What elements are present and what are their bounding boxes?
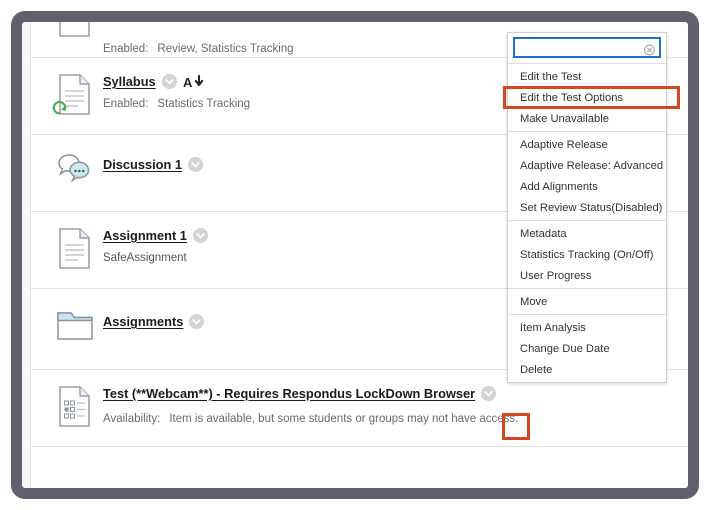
status-label: Enabled: [103,98,149,110]
context-menu-search-row [508,33,666,63]
context-menu-group-1: Edit the Test Edit the Test Options Make… [508,63,666,131]
chevron-down-icon[interactable] [187,157,203,172]
chevron-down-icon[interactable] [192,228,208,243]
context-menu-group-2: Adaptive Release Adaptive Release: Advan… [508,131,666,220]
item-link-discussion-1[interactable]: Discussion 1 [103,157,182,172]
item-link-assignments[interactable]: Assignments [103,314,183,329]
chevron-down-icon[interactable] [161,74,177,89]
green-refresh-badge-icon [52,101,67,115]
svg-text:A: A [183,75,193,89]
menu-item-adaptive-release[interactable]: Adaptive Release [508,134,666,155]
test-document-icon [59,386,90,427]
document-icon [59,22,90,37]
status-label: Availability: [103,413,161,425]
status-value: Item is available, but some students or … [169,413,519,425]
menu-item-edit-the-test-options[interactable]: Edit the Test Options [508,87,666,108]
menu-item-set-review-status[interactable]: Set Review Status(Disabled) [508,197,666,218]
menu-item-make-unavailable[interactable]: Make Unavailable [508,108,666,129]
status-value: Statistics Tracking [157,98,251,110]
row-icon-wrap [47,22,103,54]
item-link-assignment-1[interactable]: Assignment 1 [103,228,187,243]
menu-item-user-progress[interactable]: User Progress [508,265,666,286]
row-icon-wrap [47,303,103,355]
discussion-icon [58,154,90,183]
chevron-down-icon[interactable] [189,314,205,329]
menu-item-delete[interactable]: Delete [508,359,666,380]
row-icon-wrap [47,149,103,197]
chevron-down-icon[interactable] [481,386,497,401]
menu-item-adaptive-release-advanced[interactable]: Adaptive Release: Advanced [508,155,666,176]
status-value: Review, Statistics Tracking [157,43,294,55]
menu-item-statistics-tracking[interactable]: Statistics Tracking (On/Off) [508,244,666,265]
folder-icon [57,312,93,340]
item-link-syllabus[interactable]: Syllabus [103,74,156,89]
clear-circle-icon[interactable] [643,42,656,56]
title-line: Test (**Webcam**) - Requires Respondus L… [103,386,678,401]
menu-item-change-due-date[interactable]: Change Due Date [508,338,666,359]
left-gutter-strip [22,22,31,488]
row-status: Availability: Item is available, but som… [103,413,678,425]
status-label: Enabled: [103,43,149,55]
adaptive-release-icon[interactable]: A [183,74,205,89]
menu-item-add-alignments[interactable]: Add Alignments [508,176,666,197]
screenshot-canvas: Enabled: Review, Statistics Tracking Syl… [0,0,710,510]
context-menu-search-box[interactable] [513,37,661,58]
row-body: Test (**Webcam**) - Requires Respondus L… [103,384,678,425]
context-menu-group-4: Move [508,288,666,314]
context-menu[interactable]: Edit the Test Edit the Test Options Make… [507,32,667,383]
row-icon-wrap [47,384,103,432]
row-icon-wrap [47,226,103,274]
context-menu-group-5: Item Analysis Change Due Date Delete [508,314,666,382]
item-link-test-webcam[interactable]: Test (**Webcam**) - Requires Respondus L… [103,386,475,401]
menu-item-item-analysis[interactable]: Item Analysis [508,317,666,338]
context-menu-search-input[interactable] [515,39,659,56]
menu-item-edit-the-test[interactable]: Edit the Test [508,66,666,87]
row-icon-wrap [47,72,103,120]
menu-item-metadata[interactable]: Metadata [508,223,666,244]
document-icon [59,228,90,269]
menu-item-move[interactable]: Move [508,291,666,312]
context-menu-group-3: Metadata Statistics Tracking (On/Off) Us… [508,220,666,288]
